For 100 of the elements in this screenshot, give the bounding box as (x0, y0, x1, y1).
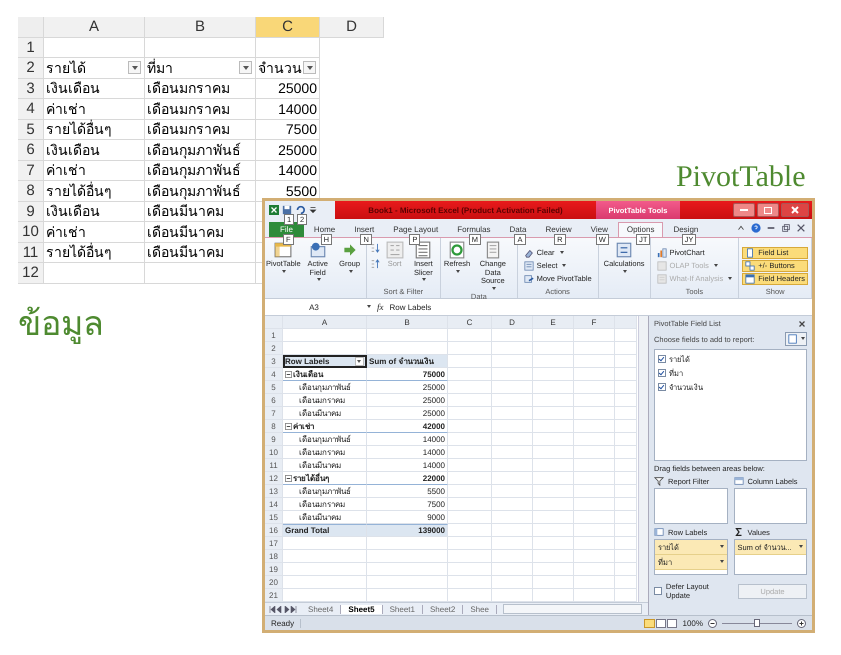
checkbox[interactable] (658, 355, 666, 363)
ribbon-tab[interactable]: Design (664, 222, 708, 237)
filter-button[interactable] (303, 61, 316, 74)
row-header[interactable]: 13 (265, 485, 283, 498)
row-header[interactable]: 8 (265, 420, 283, 433)
row-header[interactable]: 19 (265, 563, 283, 576)
close-icon (791, 206, 799, 214)
empty-cell (448, 433, 492, 446)
table-cell[interactable]: Row Labels (283, 355, 367, 368)
row-header[interactable]: 11 (18, 242, 44, 263)
row-header[interactable]: 21 (265, 589, 283, 602)
ribbon-tab[interactable]: Home (304, 222, 344, 237)
vertical-scrollbar[interactable] (638, 316, 648, 602)
row-header[interactable]: 6 (18, 140, 44, 160)
formula-field[interactable]: Row Labels (390, 302, 432, 312)
ribbon-tab[interactable]: Formulas (448, 222, 500, 237)
column-header[interactable]: C (256, 17, 320, 38)
close-button[interactable] (781, 203, 809, 217)
close-icon[interactable] (797, 319, 807, 329)
cell-text: เดือนกุมภาพันธ์ (147, 161, 241, 181)
zoom-level[interactable]: 100% (682, 618, 703, 628)
row-header[interactable]: 7 (18, 160, 44, 181)
help-icon[interactable] (751, 223, 761, 233)
filter-button[interactable] (128, 61, 141, 74)
horizontal-scrollbar[interactable] (503, 604, 642, 614)
restore-icon[interactable] (781, 223, 791, 233)
row-header[interactable]: 10 (265, 446, 283, 459)
column-header[interactable]: A (283, 316, 367, 329)
save-icon[interactable] (282, 205, 292, 215)
zoom-in-icon[interactable] (797, 618, 806, 628)
row-header[interactable]: 8 (18, 181, 44, 202)
zoom-out-icon[interactable] (708, 618, 717, 628)
ribbon-tab[interactable]: View (582, 222, 617, 237)
column-header[interactable]: B (145, 17, 256, 38)
row-header[interactable]: 4 (265, 368, 283, 381)
row-header[interactable]: 5 (18, 120, 44, 140)
column-header[interactable]: D (320, 17, 384, 38)
row-header[interactable]: 12 (265, 472, 283, 485)
collapse-icon[interactable] (285, 474, 292, 482)
dropdown-arrow-icon[interactable] (367, 304, 371, 310)
row-header[interactable]: 1 (265, 329, 283, 342)
column-header[interactable]: C (448, 316, 492, 329)
column-header[interactable]: B (367, 316, 448, 329)
name-box[interactable]: A3 (269, 302, 359, 312)
row-header[interactable]: 7 (265, 407, 283, 420)
row-header[interactable]: 6 (265, 394, 283, 407)
row-header[interactable]: 11 (265, 459, 283, 472)
close-icon[interactable] (796, 223, 806, 233)
filter-button[interactable] (239, 61, 252, 74)
row-header[interactable]: 17 (265, 537, 283, 550)
ribbon-tab[interactable]: Data (500, 222, 536, 237)
column-header[interactable]: A (44, 17, 145, 38)
minimize-button[interactable] (733, 203, 755, 217)
sort-descending-icon[interactable] (370, 259, 380, 269)
ribbon-tab[interactable]: Insert (345, 222, 384, 237)
undo-icon[interactable] (295, 205, 305, 215)
collapse-icon[interactable] (285, 370, 292, 378)
view-buttons-icon[interactable] (644, 618, 678, 628)
row-header[interactable]: 16 (265, 524, 283, 537)
row-header[interactable]: 3 (265, 355, 283, 368)
collapse-ribbon-icon[interactable] (736, 223, 746, 233)
sheet-tab[interactable]: Sheet2 (422, 604, 464, 614)
row-header[interactable]: 2 (18, 58, 44, 78)
row-header[interactable]: 15 (265, 511, 283, 524)
column-header[interactable]: E (533, 316, 574, 329)
slider-thumb[interactable] (754, 619, 760, 627)
row-header[interactable]: 18 (265, 550, 283, 563)
filter-button[interactable] (355, 356, 364, 366)
row-header[interactable]: 4 (18, 99, 44, 120)
checkbox[interactable] (654, 587, 662, 595)
row-header[interactable]: 12 (18, 263, 44, 284)
cell-text: Row Labels (285, 356, 330, 366)
row-header[interactable]: 2 (265, 342, 283, 355)
sheet-tab[interactable]: Sheet5 (341, 604, 383, 614)
ribbon-tab[interactable]: Page Layout (384, 222, 448, 237)
customize-icon[interactable] (308, 205, 318, 215)
empty-cell (574, 498, 615, 511)
row-header[interactable]: 10 (18, 222, 44, 242)
checkbox[interactable] (658, 369, 666, 377)
column-header[interactable]: D (492, 316, 533, 329)
maximize-button[interactable] (757, 203, 779, 217)
sheet-tab[interactable]: Sheet1 (382, 604, 423, 614)
sort-ascending-icon[interactable] (370, 243, 380, 253)
ribbon-tab[interactable]: Options (618, 222, 664, 237)
column-header[interactable]: F (574, 316, 615, 329)
row-header[interactable]: 5 (265, 381, 283, 394)
row-header[interactable]: 9 (265, 433, 283, 446)
ribbon-tab[interactable]: Review (536, 222, 581, 237)
checkbox[interactable] (658, 383, 666, 391)
row-header[interactable]: 20 (265, 576, 283, 589)
table-cell: 75000 (367, 368, 448, 381)
empty-cell (533, 576, 574, 589)
row-header[interactable]: 1 (18, 38, 44, 58)
collapse-icon[interactable] (285, 422, 292, 430)
sheet-tab[interactable]: Shee (463, 604, 497, 614)
row-header[interactable]: 9 (18, 202, 44, 222)
row-header[interactable]: 3 (18, 78, 44, 99)
function-button[interactable]: fx (377, 302, 384, 312)
layout-button[interactable] (785, 332, 807, 346)
row-header[interactable]: 14 (265, 498, 283, 511)
